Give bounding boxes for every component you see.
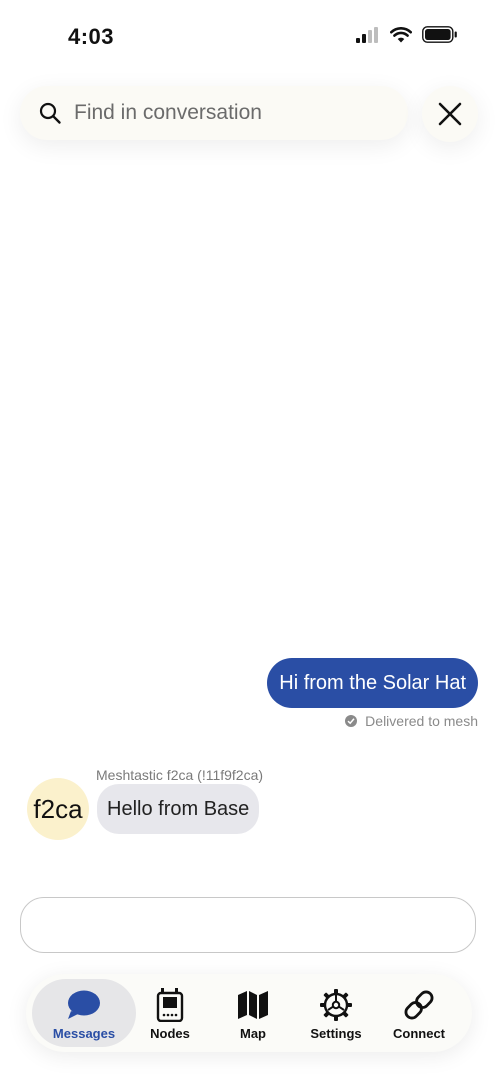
- incoming-message-bubble[interactable]: Hello from Base: [97, 784, 260, 834]
- outgoing-message-bubble[interactable]: Hi from the Solar Hat: [267, 658, 478, 708]
- search-input[interactable]: [72, 85, 408, 141]
- incoming-message-text: Hello from Base: [107, 797, 250, 820]
- cellular-signal-icon: [356, 26, 378, 43]
- checkmark-icon: [345, 715, 358, 727]
- sender-name: Meshtastic f2ca (!11f9f2ca): [96, 767, 264, 783]
- message-input[interactable]: [20, 897, 476, 953]
- outgoing-message-text: Hi from the Solar Hat: [279, 671, 466, 694]
- tab-map[interactable]: Map: [213, 974, 293, 1052]
- search-icon: [39, 102, 61, 124]
- delivery-status: Delivered to mesh: [345, 713, 478, 729]
- tab-label: Map: [240, 1025, 266, 1041]
- tab-connect[interactable]: Connect: [379, 974, 459, 1052]
- chat-bubble-icon: [66, 986, 102, 1024]
- tab-label: Nodes: [150, 1025, 190, 1041]
- delivery-status-text: Delivered to mesh: [365, 713, 478, 729]
- link-icon: [402, 986, 436, 1024]
- tab-label: Messages: [52, 1025, 116, 1041]
- map-icon: [237, 986, 269, 1024]
- radio-device-icon: [156, 986, 184, 1024]
- close-icon: [438, 102, 462, 126]
- search-bar[interactable]: [20, 85, 408, 141]
- wifi-icon: [390, 26, 412, 42]
- battery-icon: [422, 26, 457, 43]
- status-icons: [356, 26, 458, 43]
- tab-messages[interactable]: Messages: [32, 979, 136, 1047]
- tab-nodes[interactable]: Nodes: [130, 974, 210, 1052]
- avatar[interactable]: f2ca: [27, 778, 89, 840]
- tab-bar: Messages Nodes Map Settings Connect: [26, 974, 472, 1052]
- close-search-button[interactable]: [422, 86, 478, 142]
- tab-settings[interactable]: Settings: [296, 974, 376, 1052]
- gear-icon: [319, 986, 353, 1024]
- tab-label: Settings: [310, 1025, 362, 1041]
- tab-label: Connect: [393, 1025, 445, 1041]
- status-bar: 4:03: [0, 0, 498, 70]
- status-time: 4:03: [68, 24, 115, 49]
